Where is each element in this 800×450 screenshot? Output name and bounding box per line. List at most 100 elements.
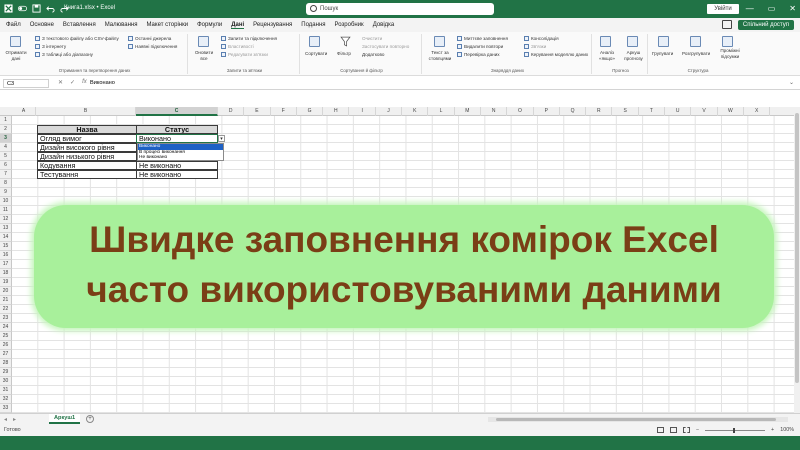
column-header[interactable]: I <box>350 107 376 116</box>
table-cell-status[interactable]: Не виконано <box>136 170 218 179</box>
tab-home[interactable]: Основне <box>30 22 54 29</box>
advanced-button[interactable]: Додатково <box>362 52 384 58</box>
autosave-toggle-icon[interactable] <box>18 4 27 13</box>
header-status[interactable]: Статус <box>136 125 218 134</box>
horizontal-scrollbar[interactable] <box>488 417 788 422</box>
row-header[interactable]: 19 <box>0 278 12 287</box>
page-layout-icon[interactable] <box>669 427 677 433</box>
row-header[interactable]: 10 <box>0 197 12 206</box>
table-cell-name[interactable]: Тестування <box>37 170 137 179</box>
tab-review[interactable]: Рецензування <box>253 22 292 29</box>
remove-duplicates-button[interactable]: Видалити повтори <box>457 44 503 50</box>
existing-connections-button[interactable]: Наявні підключення <box>128 44 177 50</box>
page-break-icon[interactable] <box>682 427 690 433</box>
row-header[interactable]: 30 <box>0 377 12 386</box>
dropdown-option[interactable]: Не виконано <box>138 155 223 161</box>
row-header[interactable]: 24 <box>0 323 12 332</box>
data-validation-button[interactable]: Перевірка даних <box>457 52 500 58</box>
tab-data[interactable]: Дані <box>231 22 245 29</box>
prev-sheet-icon[interactable]: ◂ <box>4 416 7 423</box>
from-table-range-button[interactable]: З таблиці або діапазону <box>35 52 93 58</box>
zoom-in-icon[interactable]: + <box>771 427 774 433</box>
column-header[interactable]: R <box>586 107 613 116</box>
column-header[interactable]: U <box>665 107 692 116</box>
column-header[interactable]: T <box>639 107 666 116</box>
row-header[interactable]: 8 <box>0 179 12 188</box>
column-header[interactable]: G <box>297 107 324 116</box>
column-header[interactable]: O <box>507 107 534 116</box>
column-header[interactable]: H <box>323 107 350 116</box>
zoom-knob[interactable] <box>733 427 736 433</box>
column-header[interactable]: S <box>613 107 639 116</box>
column-header[interactable]: D <box>218 107 245 116</box>
row-header[interactable]: 20 <box>0 287 12 296</box>
subtotal-button[interactable]: Проміжні підсумки <box>716 48 744 60</box>
column-header[interactable]: F <box>271 107 297 116</box>
row-header[interactable]: 4 <box>0 143 12 152</box>
recent-sources-button[interactable]: Останні джерела <box>128 36 171 42</box>
row-header[interactable]: 13 <box>0 224 12 233</box>
sort-button[interactable]: Сортувати <box>305 51 327 57</box>
next-sheet-icon[interactable]: ▸ <box>13 416 16 423</box>
column-header[interactable]: E <box>244 107 271 116</box>
name-box[interactable]: C3 <box>3 79 49 88</box>
tab-view[interactable]: Подання <box>301 22 325 29</box>
vertical-scroll-thumb[interactable] <box>795 113 799 383</box>
column-header[interactable]: B <box>36 107 136 116</box>
tab-draw[interactable]: Малювання <box>105 22 138 29</box>
row-header[interactable]: 31 <box>0 386 12 395</box>
what-if-button[interactable]: Аналіз «якщо» <box>595 50 619 62</box>
table-cell-status[interactable]: Не виконано <box>136 161 218 170</box>
row-header[interactable]: 28 <box>0 359 12 368</box>
formula-input[interactable]: Виконано <box>90 80 115 86</box>
table-cell-name[interactable]: Огляд вимог <box>37 134 137 143</box>
row-header[interactable]: 12 <box>0 215 12 224</box>
column-header[interactable]: P <box>534 107 560 116</box>
search-box[interactable]: Пошук <box>306 3 494 15</box>
column-header[interactable]: M <box>455 107 481 116</box>
row-header[interactable]: 2 <box>0 125 12 134</box>
comments-icon[interactable] <box>722 20 732 29</box>
dropdown-arrow-icon[interactable]: ▾ <box>218 135 225 142</box>
tab-developer[interactable]: Розробник <box>335 22 364 29</box>
share-button[interactable]: Спільний доступ <box>737 20 794 30</box>
cancel-icon[interactable]: ✕ <box>58 79 63 86</box>
row-header[interactable]: 17 <box>0 260 12 269</box>
clear-filter-button[interactable]: Очистити <box>362 36 382 42</box>
function-icon[interactable]: fx <box>82 79 87 86</box>
row-header[interactable]: 26 <box>0 341 12 350</box>
row-header[interactable]: 32 <box>0 395 12 404</box>
row-header[interactable]: 9 <box>0 188 12 197</box>
get-data-button[interactable]: Отримати дані <box>4 50 28 62</box>
ungroup-button[interactable]: Розгрупувати <box>682 51 710 57</box>
column-header[interactable]: L <box>428 107 455 116</box>
edit-links-button[interactable]: Редагувати зв'язки <box>221 52 268 58</box>
row-header[interactable]: 7 <box>0 170 12 179</box>
row-header[interactable]: 25 <box>0 332 12 341</box>
column-header[interactable]: Q <box>560 107 587 116</box>
tab-page-layout[interactable]: Макет сторінки <box>146 22 188 29</box>
zoom-out-icon[interactable]: − <box>696 427 699 433</box>
row-header[interactable]: 27 <box>0 350 12 359</box>
row-header[interactable]: 22 <box>0 305 12 314</box>
row-header[interactable]: 5 <box>0 152 12 161</box>
row-header[interactable]: 15 <box>0 242 12 251</box>
filter-button[interactable]: Фільтр <box>337 51 351 57</box>
row-header[interactable]: 18 <box>0 269 12 278</box>
row-header[interactable]: 11 <box>0 206 12 215</box>
tab-insert[interactable]: Вставлення <box>63 22 96 29</box>
zoom-level[interactable]: 100% <box>780 427 794 433</box>
column-header[interactable]: K <box>402 107 429 116</box>
table-cell-name[interactable]: Дизайн низького рівня <box>37 152 137 161</box>
undo-icon[interactable] <box>46 4 55 13</box>
consolidate-button[interactable]: Консолідація <box>524 36 559 42</box>
forecast-sheet-button[interactable]: Аркуш прогнозу <box>621 50 646 62</box>
maximize-button[interactable]: ▭ <box>768 4 776 13</box>
enter-icon[interactable]: ✓ <box>70 79 75 86</box>
column-header[interactable]: V <box>691 107 718 116</box>
header-name[interactable]: Назва <box>37 125 137 134</box>
row-header[interactable]: 23 <box>0 314 12 323</box>
save-icon[interactable] <box>32 4 41 13</box>
column-header[interactable]: A <box>12 107 36 116</box>
column-header[interactable]: C <box>136 107 218 116</box>
